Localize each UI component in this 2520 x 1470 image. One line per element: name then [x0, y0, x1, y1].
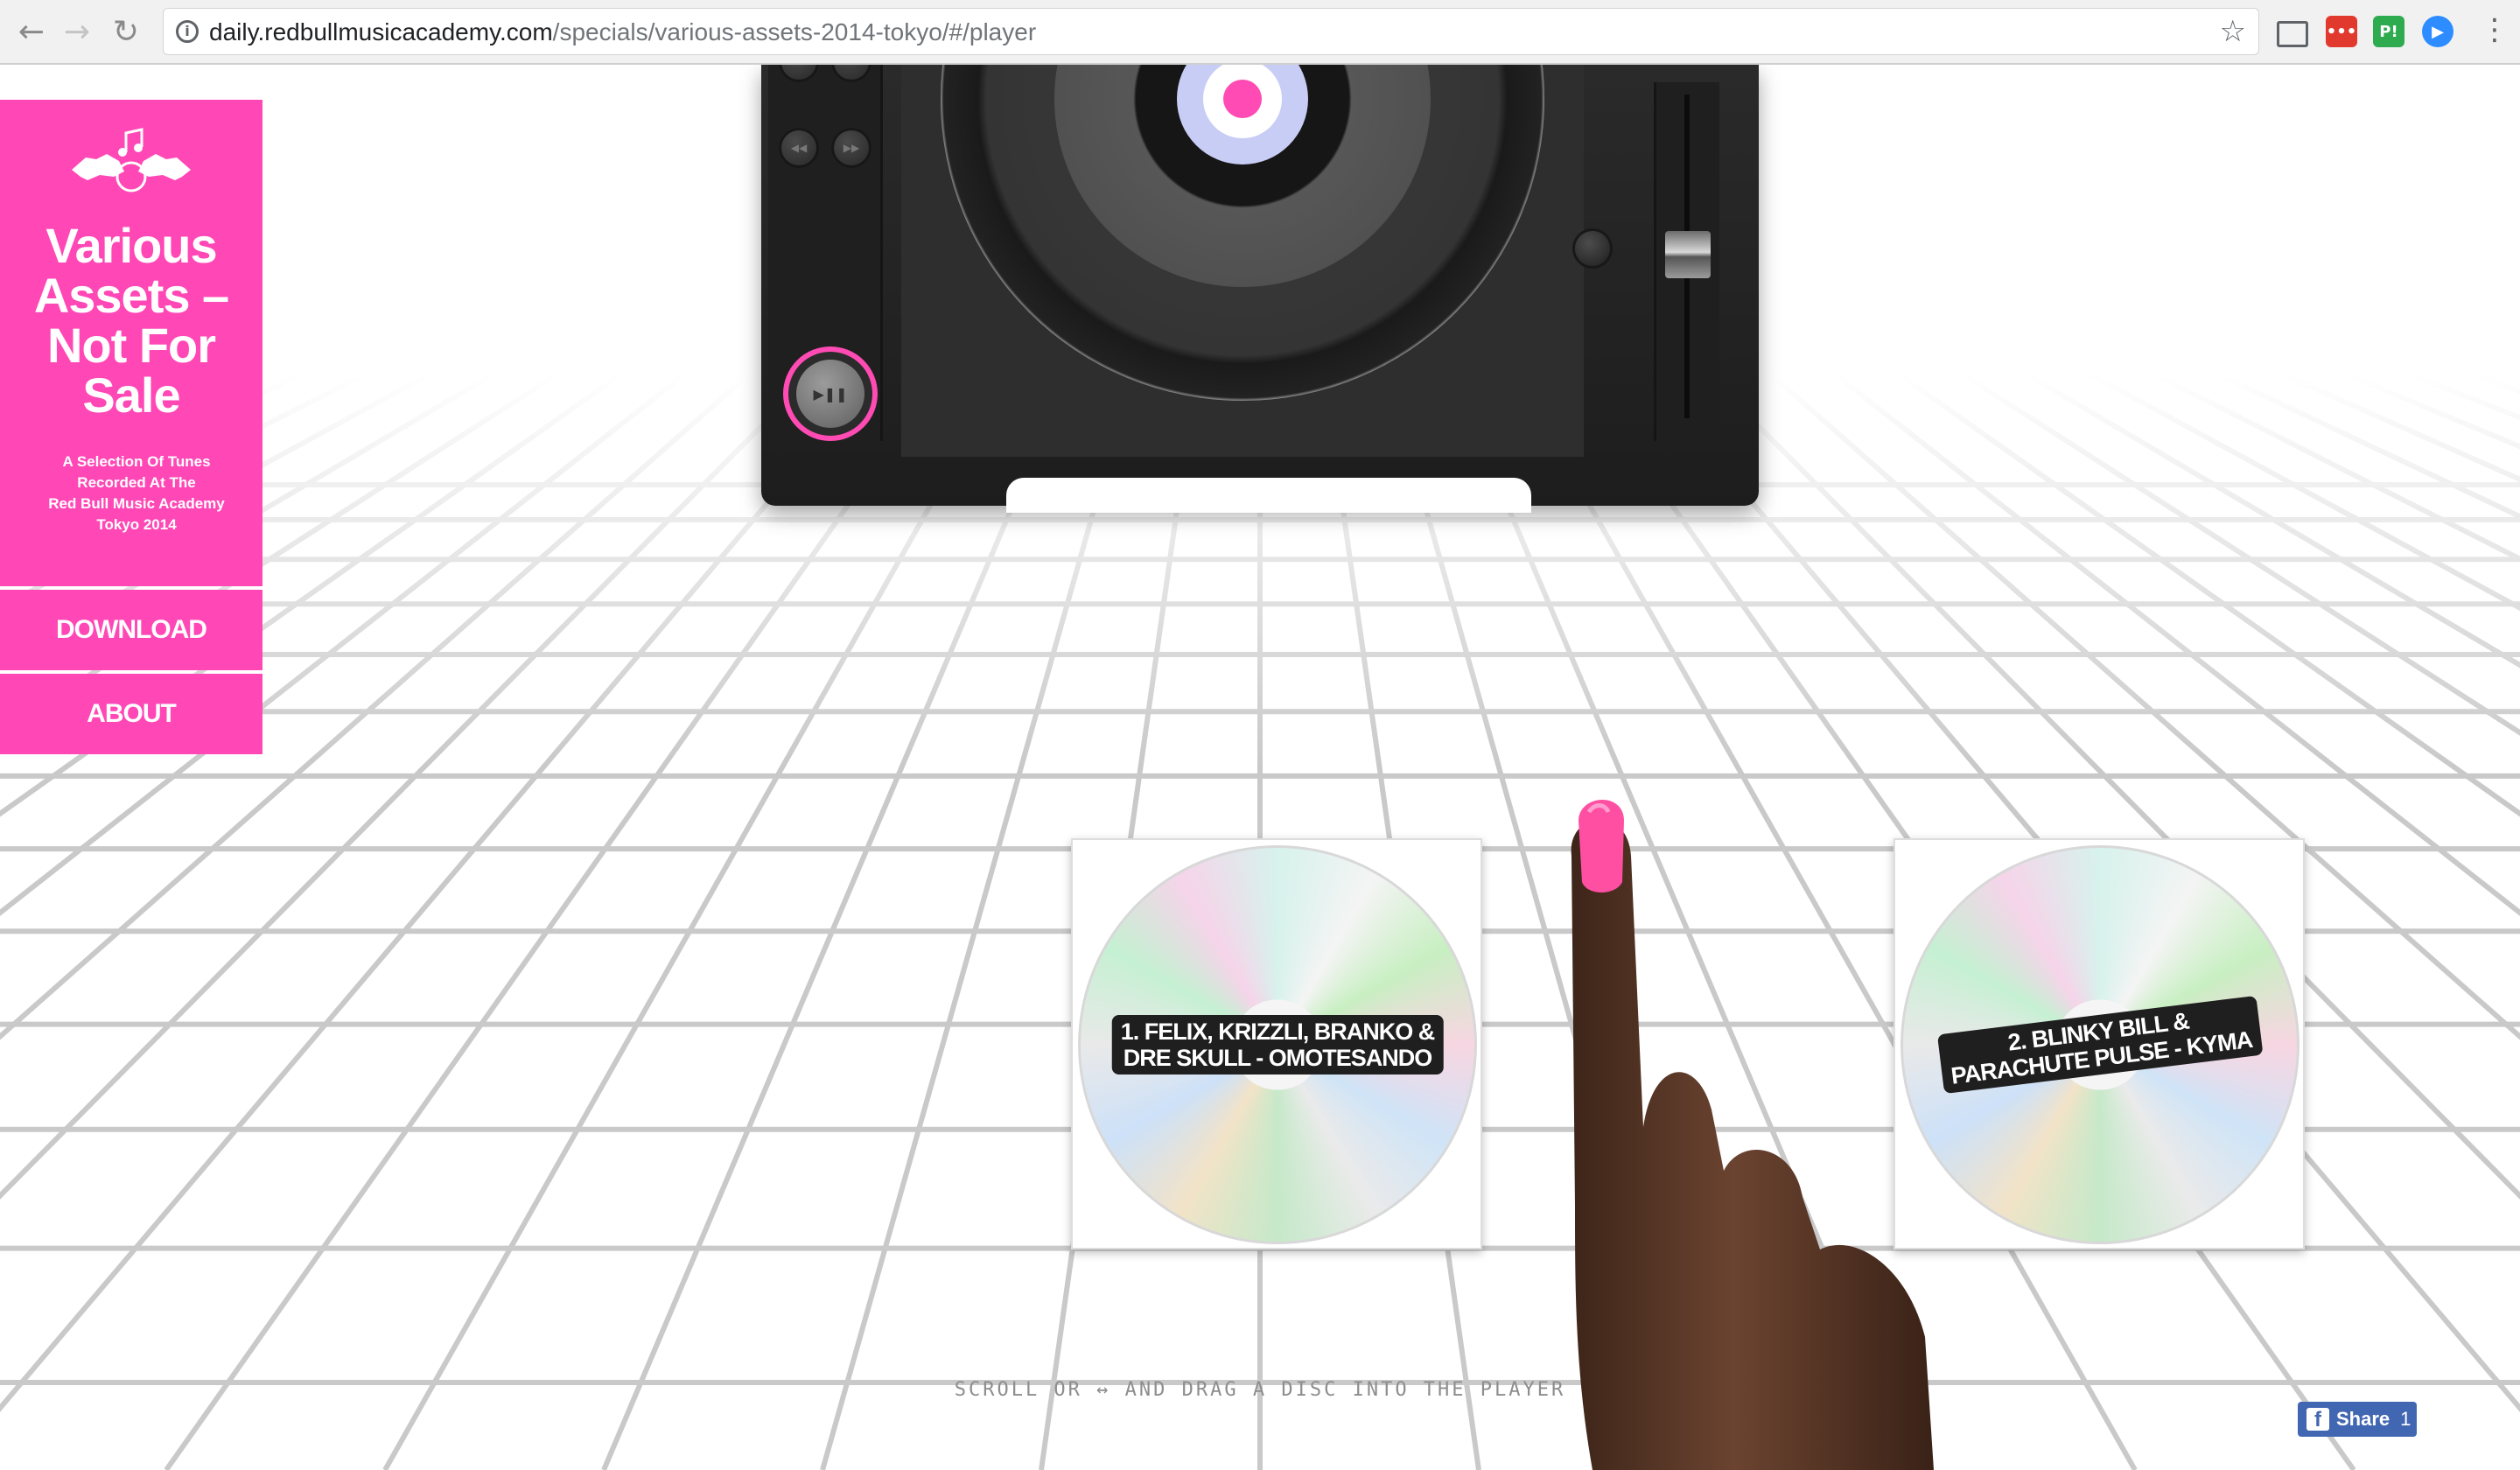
- pointing-hand-image: [1571, 799, 1934, 1470]
- pushbullet-extension-icon[interactable]: P!: [2373, 16, 2404, 47]
- pitch-fader[interactable]: [1665, 231, 1711, 278]
- record: [1054, 65, 1431, 287]
- page-viewport: ◀◀ ▶▶ ▶❚❚ Various Assets – Not For Sale: [0, 65, 2520, 1470]
- forward-arrow-icon[interactable]: →: [58, 12, 96, 51]
- disc-1-title: 1. Felix, Krizzli, Branko & Dre Skull - …: [1111, 1015, 1444, 1074]
- deck-control-panel: ◀◀ ▶▶ ▶❚❚: [768, 65, 883, 441]
- record-label: [1177, 65, 1308, 164]
- back-arrow-icon[interactable]: ←: [12, 12, 51, 51]
- fast-forward-icon: ▶▶: [843, 142, 860, 154]
- play-pause-icon: ▶❚❚: [796, 360, 864, 428]
- info-icon[interactable]: i: [176, 20, 199, 43]
- share-count: 1: [2400, 1408, 2412, 1430]
- sidebar-header: Various Assets – Not For Sale A Selectio…: [0, 100, 262, 586]
- facebook-share-button[interactable]: f Share 1: [2298, 1402, 2417, 1437]
- cd-disc-1[interactable]: 1. Felix, Krizzli, Branko & Dre Skull - …: [1078, 845, 1477, 1244]
- spindle-icon: [1223, 80, 1262, 118]
- reload-icon[interactable]: ↻: [107, 12, 145, 51]
- red-bull-logo: [72, 128, 191, 192]
- browser-toolbar: ← → ↻ i daily.redbullmusicacademy.com/sp…: [0, 0, 2520, 65]
- address-bar[interactable]: i daily.redbullmusicacademy.com/specials…: [163, 8, 2259, 55]
- tone-knob[interactable]: [1575, 231, 1610, 266]
- lastpass-extension-icon[interactable]: •••: [2326, 16, 2357, 47]
- share-label: Share: [2336, 1408, 2390, 1430]
- url-text[interactable]: daily.redbullmusicacademy.com/specials/v…: [209, 18, 1036, 46]
- turntable: ◀◀ ▶▶ ▶❚❚: [761, 65, 1759, 513]
- bookmark-star-icon[interactable]: ☆: [2220, 14, 2246, 49]
- sidebar: Various Assets – Not For Sale A Selectio…: [0, 100, 262, 754]
- rewind-icon: ◀◀: [790, 142, 808, 154]
- deck-base-cutout: [1006, 478, 1531, 513]
- cast-icon[interactable]: [2277, 21, 2308, 47]
- instructions-text: Scroll or ↔ and drag a disc into the pla…: [954, 1379, 1566, 1401]
- record-label-center: [1203, 65, 1282, 138]
- site-subtitle: A Selection Of Tunes Recorded At The Red…: [48, 453, 225, 533]
- play-pause-button[interactable]: ▶❚❚: [783, 346, 878, 441]
- fast-forward-button[interactable]: ▶▶: [831, 128, 872, 168]
- cue-button[interactable]: [779, 65, 819, 82]
- download-button[interactable]: Download: [0, 590, 262, 670]
- disc-card-1[interactable]: 1. Felix, Krizzli, Branko & Dre Skull - …: [1071, 838, 1482, 1250]
- rewind-button[interactable]: ◀◀: [779, 128, 819, 168]
- zoom-extension-icon[interactable]: ▶: [2422, 16, 2454, 47]
- site-title: Various Assets – Not For Sale: [33, 218, 229, 423]
- browser-menu-icon[interactable]: ⋮: [2480, 12, 2510, 47]
- facebook-icon: f: [2306, 1408, 2329, 1431]
- about-button[interactable]: About: [0, 674, 262, 754]
- pitch-control: [1654, 82, 1719, 441]
- sync-button[interactable]: [831, 65, 872, 82]
